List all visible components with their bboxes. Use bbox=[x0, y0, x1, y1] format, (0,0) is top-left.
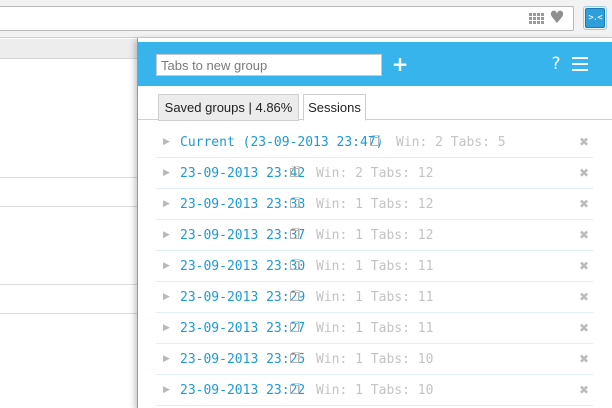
session-list: ▶ Current (23-09-2013 23:47) Win: 2 Tabs: … bbox=[156, 127, 593, 406]
session-label[interactable]: 23-09-2013 23:30 bbox=[180, 258, 305, 275]
page-divider bbox=[0, 177, 137, 178]
windows-icon bbox=[290, 228, 300, 239]
delete-session-icon[interactable]: ✖ bbox=[579, 197, 589, 211]
windows-icon bbox=[290, 259, 300, 270]
windows-icon bbox=[290, 197, 300, 208]
expand-arrow-icon[interactable]: ▶ bbox=[163, 136, 170, 148]
session-info: Win: 1 Tabs: 11 bbox=[316, 259, 434, 274]
tab-saved-groups[interactable]: Saved groups | 4.86% bbox=[158, 94, 299, 121]
session-label[interactable]: 23-09-2013 23:27 bbox=[180, 320, 305, 337]
expand-arrow-icon[interactable]: ▶ bbox=[163, 167, 170, 179]
expand-arrow-icon[interactable]: ▶ bbox=[163, 291, 170, 303]
delete-session-icon[interactable]: ✖ bbox=[579, 228, 589, 242]
session-row[interactable]: ▶ 23-09-2013 23:22 Win: 1 Tabs: 10 ✖ bbox=[156, 375, 593, 406]
heart-icon[interactable]: ♥ bbox=[548, 9, 566, 27]
session-row[interactable]: ▶ 23-09-2013 23:29 Win: 1 Tabs: 11 ✖ bbox=[156, 282, 593, 313]
page-divider bbox=[0, 206, 137, 207]
session-popup: + ? Saved groups | 4.86% Sessions ▶ Curre… bbox=[137, 38, 612, 408]
add-group-button[interactable]: + bbox=[390, 52, 410, 76]
session-row[interactable]: ▶ 23-09-2013 23:25 Win: 1 Tabs: 10 ✖ bbox=[156, 344, 593, 375]
session-label[interactable]: 23-09-2013 23:25 bbox=[180, 351, 305, 368]
windows-icon bbox=[290, 290, 300, 301]
expand-arrow-icon[interactable]: ▶ bbox=[163, 229, 170, 241]
popup-tabs: Saved groups | 4.86% Sessions bbox=[138, 90, 612, 121]
session-info: Win: 1 Tabs: 12 bbox=[316, 197, 434, 212]
page-header-strip bbox=[0, 39, 137, 59]
windows-icon bbox=[370, 135, 380, 146]
browser-toolbar: ♥ >.< bbox=[0, 0, 612, 38]
delete-session-icon[interactable]: ✖ bbox=[579, 352, 589, 366]
popup-header: + ? bbox=[138, 42, 612, 86]
expand-arrow-icon[interactable]: ▶ bbox=[163, 198, 170, 210]
extension-button[interactable]: >.< bbox=[583, 6, 607, 30]
session-info: Win: 1 Tabs: 11 bbox=[316, 290, 434, 305]
hamburger-icon[interactable] bbox=[572, 57, 588, 71]
windows-icon bbox=[290, 166, 300, 177]
delete-session-icon[interactable]: ✖ bbox=[579, 166, 589, 180]
expand-arrow-icon[interactable]: ▶ bbox=[163, 260, 170, 272]
session-info: Win: 1 Tabs: 10 bbox=[316, 383, 434, 398]
windows-icon bbox=[290, 383, 300, 394]
tab-sessions[interactable]: Sessions bbox=[303, 94, 366, 121]
help-button[interactable]: ? bbox=[549, 52, 563, 76]
delete-session-icon[interactable]: ✖ bbox=[579, 383, 589, 397]
session-row[interactable]: ▶ 23-09-2013 23:38 Win: 1 Tabs: 12 ✖ bbox=[156, 189, 593, 220]
session-label[interactable]: 23-09-2013 23:22 bbox=[180, 382, 305, 399]
session-info: Win: 2 Tabs: 5 bbox=[396, 135, 506, 150]
session-info: Win: 1 Tabs: 11 bbox=[316, 321, 434, 336]
session-row[interactable]: ▶ Current (23-09-2013 23:47) Win: 2 Tabs: … bbox=[156, 127, 593, 158]
windows-icon bbox=[290, 352, 300, 363]
delete-session-icon[interactable]: ✖ bbox=[579, 290, 589, 304]
tabs-to-new-group-input[interactable] bbox=[156, 54, 382, 76]
grid-icon[interactable] bbox=[529, 13, 545, 25]
session-row[interactable]: ▶ 23-09-2013 23:37 Win: 1 Tabs: 12 ✖ bbox=[156, 220, 593, 251]
page-divider bbox=[0, 313, 137, 314]
expand-arrow-icon[interactable]: ▶ bbox=[163, 353, 170, 365]
address-bar[interactable] bbox=[0, 6, 574, 31]
delete-session-icon[interactable]: ✖ bbox=[579, 259, 589, 273]
delete-session-icon[interactable]: ✖ bbox=[579, 321, 589, 335]
expand-arrow-icon[interactable]: ▶ bbox=[163, 384, 170, 396]
session-label[interactable]: 23-09-2013 23:42 bbox=[180, 165, 305, 182]
session-info: Win: 1 Tabs: 10 bbox=[316, 352, 434, 367]
expand-arrow-icon[interactable]: ▶ bbox=[163, 322, 170, 334]
delete-session-icon[interactable]: ✖ bbox=[579, 135, 589, 149]
session-row[interactable]: ▶ 23-09-2013 23:42 Win: 2 Tabs: 12 ✖ bbox=[156, 158, 593, 189]
session-info: Win: 1 Tabs: 12 bbox=[316, 228, 434, 243]
page-divider bbox=[0, 284, 137, 285]
session-row[interactable]: ▶ 23-09-2013 23:27 Win: 1 Tabs: 11 ✖ bbox=[156, 313, 593, 344]
session-info: Win: 2 Tabs: 12 bbox=[316, 166, 434, 181]
session-label[interactable]: Current (23-09-2013 23:47) bbox=[180, 134, 384, 151]
session-row[interactable]: ▶ 23-09-2013 23:30 Win: 1 Tabs: 11 ✖ bbox=[156, 251, 593, 282]
session-label[interactable]: 23-09-2013 23:38 bbox=[180, 196, 305, 213]
page-background bbox=[0, 39, 137, 408]
session-label[interactable]: 23-09-2013 23:37 bbox=[180, 227, 305, 244]
windows-icon bbox=[290, 321, 300, 332]
session-label[interactable]: 23-09-2013 23:29 bbox=[180, 289, 305, 306]
